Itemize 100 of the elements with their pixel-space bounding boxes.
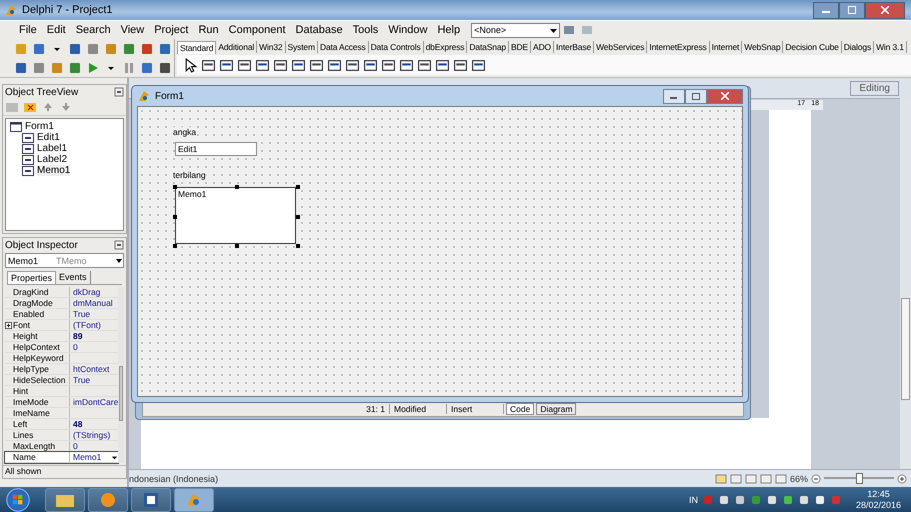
tray-icon[interactable] [798, 494, 810, 506]
menu-item[interactable]: Project [149, 24, 194, 36]
palette-tab[interactable]: BDE [509, 41, 532, 53]
resize-handle[interactable] [234, 244, 238, 248]
resize-handle[interactable] [173, 244, 177, 248]
palette-tab[interactable]: Win 3.1 [874, 41, 907, 53]
maximize-button[interactable] [839, 2, 865, 18]
editor-tab[interactable]: Code [506, 402, 534, 414]
palette-tab[interactable]: System [286, 41, 318, 53]
scrollbar[interactable] [118, 287, 124, 463]
menu-item[interactable]: Edit [42, 24, 71, 36]
palette-tab[interactable]: WebServices [594, 41, 648, 53]
pin-icon[interactable] [114, 240, 124, 250]
tray-icon[interactable] [718, 494, 730, 506]
start-button[interactable] [4, 486, 32, 512]
zoom-out-icon[interactable] [811, 474, 821, 484]
palette-tab[interactable]: ADO [531, 41, 554, 53]
property-value[interactable]: 0 [73, 441, 78, 451]
palette-tab[interactable]: dbExpress [424, 41, 468, 53]
property-value[interactable]: (TFont) [73, 320, 101, 330]
inspector-tab[interactable]: Events [56, 271, 91, 284]
tray-icon[interactable] [734, 494, 746, 506]
property-value[interactable]: 48 [73, 419, 82, 429]
component-icon[interactable] [562, 23, 576, 37]
property-value[interactable]: Memo1 [73, 452, 102, 462]
language-status[interactable]: ndonesian (Indonesia) [129, 474, 218, 484]
menu-item[interactable]: Window [383, 24, 432, 36]
view-mode-icon[interactable] [744, 474, 757, 484]
close-button[interactable] [707, 88, 743, 104]
resize-handle[interactable] [234, 185, 238, 189]
tree-item[interactable]: Memo1 [37, 165, 70, 176]
palette-tab[interactable]: DataSnap [467, 41, 510, 53]
palette-tab[interactable]: Decision Cube [783, 41, 842, 53]
component-dropdown[interactable]: <None> [471, 22, 560, 38]
palette-tab[interactable]: Win32 [257, 41, 286, 53]
memo-field[interactable]: Memo1 [175, 187, 296, 244]
property-value[interactable]: htContext [73, 364, 110, 374]
view-mode-icon[interactable] [730, 474, 742, 484]
menu-item[interactable]: View [116, 24, 150, 36]
property-value[interactable]: imDontCare [73, 397, 118, 407]
menu-item[interactable]: Component [224, 24, 291, 36]
clock-date[interactable]: 28/02/2016 [856, 500, 901, 510]
zoom-in-icon[interactable] [897, 474, 907, 484]
view-mode-icon[interactable] [774, 474, 787, 484]
palette-tab[interactable]: InterBase [554, 41, 594, 53]
dropdown-arrow-icon[interactable] [111, 454, 118, 460]
palette-tab[interactable]: WebSnap [742, 41, 784, 53]
palette-tab[interactable]: Internet [710, 41, 742, 53]
property-value[interactable]: 89 [73, 331, 82, 341]
property-value[interactable]: dkDrag [73, 287, 100, 297]
view-mode-icon[interactable] [714, 474, 727, 484]
resize-handle[interactable] [296, 185, 300, 189]
clock-time[interactable]: 12:45 [867, 488, 890, 500]
maximize-button[interactable] [685, 88, 707, 104]
scrollbar[interactable] [900, 98, 911, 470]
property-value[interactable]: True [73, 309, 90, 319]
input-language[interactable]: IN [688, 494, 698, 504]
form-label[interactable]: terbilang [173, 170, 206, 180]
object-selector[interactable]: Memo1 TMemo [5, 253, 124, 268]
menu-item[interactable]: File [14, 24, 42, 36]
tray-icon[interactable] [766, 494, 778, 506]
view-mode-icon[interactable] [760, 474, 772, 484]
menu-item[interactable]: Help [432, 24, 466, 36]
edit-field[interactable]: Edit1 [175, 142, 257, 156]
editor-tab[interactable]: Diagram [536, 402, 576, 414]
resize-handle[interactable] [296, 244, 300, 248]
taskbar-button[interactable] [131, 488, 171, 512]
resize-handle[interactable] [296, 214, 300, 218]
editing-button[interactable]: Editing [850, 81, 899, 96]
palette-tab[interactable]: Data Access [318, 41, 369, 53]
close-button[interactable] [865, 2, 905, 18]
property-value[interactable]: (TStrings) [73, 430, 110, 440]
palette-tab[interactable]: InternetExpress [647, 41, 710, 53]
taskbar-button[interactable] [45, 488, 85, 512]
zoom-level[interactable]: 66% [790, 474, 808, 484]
inspector-tab[interactable]: Properties [7, 271, 56, 284]
palette-tab[interactable]: Additional [216, 41, 258, 53]
pointer-icon[interactable] [183, 58, 198, 72]
resize-handle[interactable] [173, 185, 177, 189]
resize-handle[interactable] [173, 214, 177, 218]
menu-item[interactable]: Database [290, 24, 348, 36]
palette-tab[interactable]: Data Controls [368, 41, 424, 53]
tree-item[interactable]: Label2 [37, 154, 68, 165]
minimize-button[interactable] [813, 2, 839, 18]
property-value[interactable]: dmManual [73, 298, 113, 308]
expand-icon[interactable] [5, 322, 12, 329]
tree-item[interactable]: Form1 [25, 121, 54, 132]
menu-item[interactable]: Search [70, 24, 116, 36]
palette-tab[interactable]: Dialogs [842, 41, 874, 53]
tray-icon[interactable] [782, 494, 794, 506]
property-value[interactable]: True [73, 375, 90, 385]
menu-item[interactable]: Run [193, 24, 224, 36]
tree-item[interactable]: Edit1 [37, 132, 60, 143]
tray-icon[interactable] [814, 494, 826, 506]
pin-icon[interactable] [114, 87, 124, 97]
form-label[interactable]: angka [173, 127, 196, 137]
tree-item[interactable]: Label1 [37, 143, 68, 154]
property-value[interactable]: 0 [73, 342, 78, 352]
palette-tab[interactable]: Standard [177, 40, 216, 54]
menu-item[interactable]: Tools [348, 24, 384, 36]
